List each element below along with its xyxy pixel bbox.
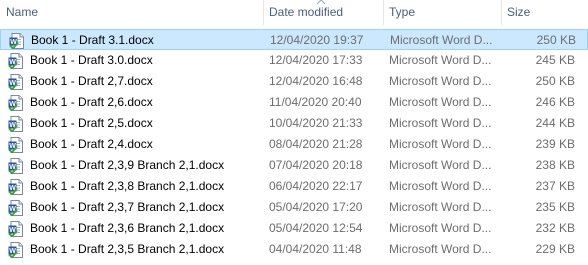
file-date-modified: 11/04/2020 20:40 <box>269 95 362 109</box>
word-document-icon: W <box>8 242 24 259</box>
file-row[interactable]: W Book 1 - Draft 2,3,8 Branch 2,1.docx 06/… <box>0 176 588 197</box>
word-document-icon: W <box>8 116 24 133</box>
file-date-modified: 12/04/2020 19:37 <box>270 33 364 47</box>
file-type: Microsoft Word D... <box>389 74 492 88</box>
file-row[interactable]: W Book 1 - Draft 2,3,9 Branch 2,1.docx 07/… <box>0 155 588 176</box>
word-document-icon: W <box>9 33 25 50</box>
file-date-modified: 12/04/2020 17:33 <box>269 53 363 67</box>
column-header-bar: Name Date modified Type Size <box>0 0 588 25</box>
file-row[interactable]: W Book 1 - Draft 3.1.docx 12/04/2020 19:37… <box>0 29 588 50</box>
word-document-icon: W <box>8 137 24 154</box>
file-size: 237 KB <box>535 179 575 193</box>
file-name[interactable]: Book 1 - Draft 2,6.docx <box>30 92 153 113</box>
file-type: Microsoft Word D... <box>389 158 492 172</box>
word-document-icon: W <box>8 221 24 238</box>
file-date-modified: 05/04/2020 17:20 <box>269 200 363 214</box>
file-name[interactable]: Book 1 - Draft 2,3,5 Branch 2,1.docx <box>30 239 224 260</box>
file-size: 250 KB <box>535 74 575 88</box>
file-size: 235 KB <box>535 200 575 214</box>
word-document-icon: W <box>8 158 24 175</box>
word-document-icon: W <box>8 200 24 217</box>
file-date-modified: 05/04/2020 12:54 <box>269 221 363 235</box>
file-size: 245 KB <box>535 53 575 67</box>
file-row[interactable]: W Book 1 - Draft 2,6.docx 11/04/2020 20:40… <box>0 92 588 113</box>
file-size: 232 KB <box>535 221 575 235</box>
file-type: Microsoft Word D... <box>389 242 492 256</box>
word-document-icon: W <box>8 53 24 70</box>
column-header-name[interactable]: Name <box>0 0 263 25</box>
file-date-modified: 06/04/2020 22:17 <box>269 179 363 193</box>
file-row[interactable]: W Book 1 - Draft 2,4.docx 08/04/2020 21:28… <box>0 134 588 155</box>
file-date-modified: 10/04/2020 21:33 <box>269 116 363 130</box>
file-size: 244 KB <box>535 116 575 130</box>
file-row[interactable]: W Book 1 - Draft 2,7.docx 12/04/2020 16:48… <box>0 71 588 92</box>
file-name[interactable]: Book 1 - Draft 2,3,6 Branch 2,1.docx <box>30 218 224 239</box>
file-size: 229 KB <box>535 242 575 256</box>
file-name[interactable]: Book 1 - Draft 2,3,8 Branch 2,1.docx <box>30 176 224 197</box>
file-row[interactable]: W Book 1 - Draft 2,3,6 Branch 2,1.docx 05/… <box>0 218 588 239</box>
word-document-icon: W <box>8 95 24 112</box>
file-name[interactable]: Book 1 - Draft 2,5.docx <box>30 113 153 134</box>
file-name[interactable]: Book 1 - Draft 2,7.docx <box>30 71 153 92</box>
file-type: Microsoft Word D... <box>389 137 492 151</box>
file-name[interactable]: Book 1 - Draft 2,4.docx <box>30 134 153 155</box>
file-size: 238 KB <box>535 158 575 172</box>
file-type: Microsoft Word D... <box>389 53 492 67</box>
file-date-modified: 04/04/2020 11:48 <box>269 242 362 256</box>
file-date-modified: 08/04/2020 21:28 <box>269 137 363 151</box>
file-row[interactable]: W Book 1 - Draft 2,3,5 Branch 2,1.docx 04/… <box>0 239 588 260</box>
file-size: 250 KB <box>536 33 576 47</box>
file-name[interactable]: Book 1 - Draft 3.0.docx <box>30 50 153 71</box>
file-date-modified: 12/04/2020 16:48 <box>269 74 363 88</box>
column-header-type[interactable]: Type <box>383 0 501 25</box>
file-row[interactable]: W Book 1 - Draft 2,5.docx 10/04/2020 21:33… <box>0 113 588 134</box>
file-date-modified: 07/04/2020 20:18 <box>269 158 363 172</box>
file-type: Microsoft Word D... <box>389 200 492 214</box>
column-header-date-modified[interactable]: Date modified <box>263 0 383 25</box>
file-size: 239 KB <box>535 137 575 151</box>
file-type: Microsoft Word D... <box>389 179 492 193</box>
word-document-icon: W <box>8 179 24 196</box>
file-row[interactable]: W Book 1 - Draft 3.0.docx 12/04/2020 17:33… <box>0 50 588 71</box>
file-type: Microsoft Word D... <box>389 221 492 235</box>
file-row[interactable]: W Book 1 - Draft 2,3,7 Branch 2,1.docx 05/… <box>0 197 588 218</box>
file-type: Microsoft Word D... <box>389 95 492 109</box>
file-name[interactable]: Book 1 - Draft 2,3,9 Branch 2,1.docx <box>30 155 224 176</box>
file-name[interactable]: Book 1 - Draft 3.1.docx <box>31 30 154 51</box>
file-type: Microsoft Word D... <box>389 116 492 130</box>
file-size: 246 KB <box>535 95 575 109</box>
column-header-size[interactable]: Size <box>501 0 588 25</box>
file-name[interactable]: Book 1 - Draft 2,3,7 Branch 2,1.docx <box>30 197 224 218</box>
file-type: Microsoft Word D... <box>390 33 493 47</box>
word-document-icon: W <box>8 74 24 91</box>
